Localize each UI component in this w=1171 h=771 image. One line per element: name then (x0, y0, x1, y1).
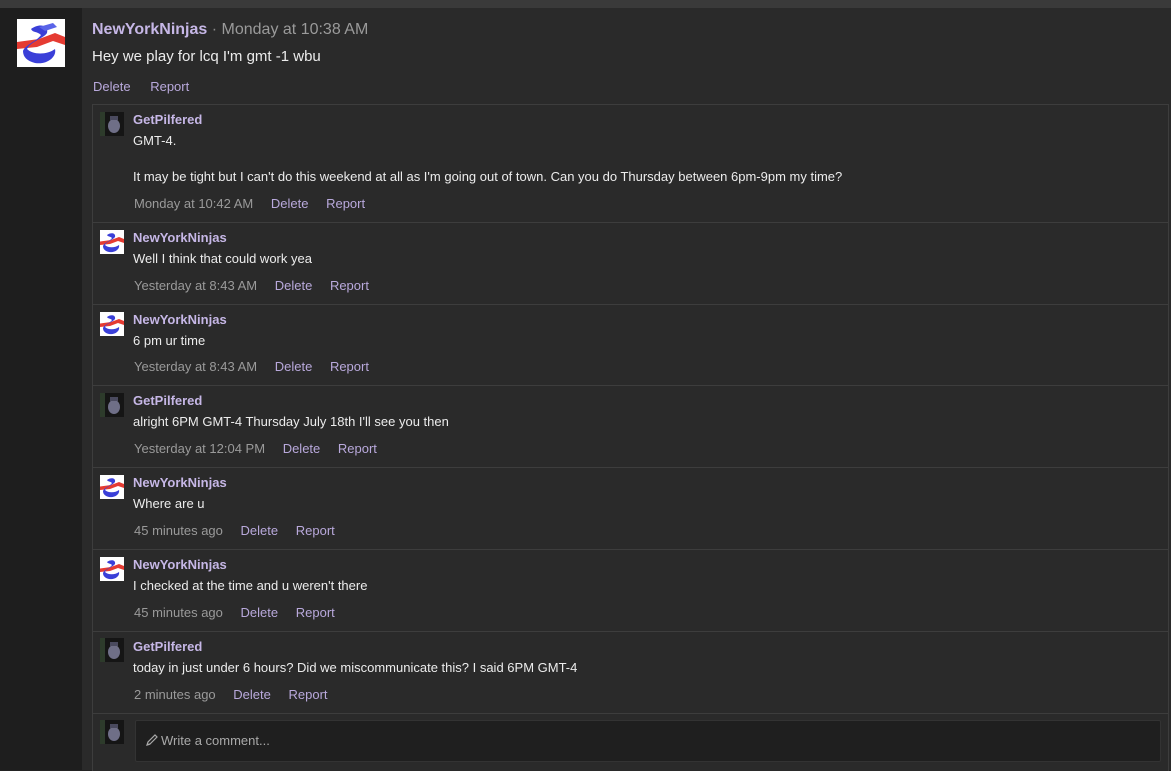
getpilfered-avatar-image (100, 393, 124, 417)
getpilfered-avatar-image (100, 112, 124, 136)
comment-report-link[interactable]: Report (296, 523, 335, 538)
comment-line: It may be tight but I can't do this week… (133, 169, 843, 184)
getpilfered-avatar[interactable] (100, 638, 124, 662)
newyorkninjas-avatar-image (100, 475, 124, 499)
comment-author[interactable]: NewYorkNinjas (133, 312, 227, 327)
comment-time[interactable]: 45 minutes ago (134, 605, 223, 620)
newyorkninjas-avatar[interactable] (100, 475, 124, 499)
comment-line (133, 150, 842, 168)
comment-time[interactable]: 45 minutes ago (134, 523, 223, 538)
profile-post-body: Hey we play for lcq I'm gmt -1 wbu (92, 48, 321, 65)
comment-time[interactable]: Yesterday at 8:43 AM (134, 359, 257, 374)
current-user-avatar-image (100, 720, 124, 744)
comment-time[interactable]: Yesterday at 8:43 AM (134, 278, 257, 293)
comment-delete-link[interactable]: Delete (271, 196, 309, 211)
comment-line: GMT-4. (133, 133, 177, 148)
comment-delete-link[interactable]: Delete (275, 278, 313, 293)
profile-sidebar (0, 8, 82, 770)
comment-author[interactable]: NewYorkNinjas (133, 475, 227, 490)
comment-item: NewYorkNinjas Well I think that could wo… (93, 223, 1168, 305)
comment-meta: Yesterday at 8:43 AM Delete Report (134, 359, 383, 374)
getpilfered-avatar-image (100, 638, 124, 662)
comment-item: NewYorkNinjas I checked at the time and … (93, 550, 1168, 632)
comment-time[interactable]: Monday at 10:42 AM (134, 196, 253, 211)
profile-post-delete-link[interactable]: Delete (93, 79, 131, 94)
comment-report-link[interactable]: Report (296, 605, 335, 620)
comment-item: GetPilfered alright 6PM GMT-4 Thursday J… (93, 386, 1168, 468)
comment-time[interactable]: Yesterday at 12:04 PM (134, 441, 265, 456)
profile-post-actions: Delete Report (93, 79, 205, 94)
comment-body: Well I think that could work yea (133, 251, 312, 266)
comment-delete-link[interactable]: Delete (241, 523, 279, 538)
newyorkninjas-avatar-image (17, 19, 65, 67)
comment-author[interactable]: GetPilfered (133, 639, 202, 654)
comment-delete-link[interactable]: Delete (233, 687, 271, 702)
comment-meta: 2 minutes ago Delete Report (134, 687, 342, 702)
profile-post-separator: · (211, 21, 218, 38)
comment-delete-link[interactable]: Delete (241, 605, 279, 620)
comment-report-link[interactable]: Report (289, 687, 328, 702)
comment-thread: GetPilfered GMT-4. It may be tight but I… (92, 104, 1169, 771)
comment-report-link[interactable]: Report (330, 359, 369, 374)
newyorkninjas-avatar-image (100, 230, 124, 254)
comment-meta: Yesterday at 12:04 PM Delete Report (134, 441, 391, 456)
comment-delete-link[interactable]: Delete (283, 441, 321, 456)
comment-author[interactable]: NewYorkNinjas (133, 230, 227, 245)
newyorkninjas-avatar-image (100, 557, 124, 581)
pencil-icon (146, 734, 158, 746)
comment-item: GetPilfered today in just under 6 hours?… (93, 632, 1168, 714)
comment-meta: 45 minutes ago Delete Report (134, 523, 349, 538)
newyorkninjas-avatar-image (100, 312, 124, 336)
comment-report-link[interactable]: Report (330, 278, 369, 293)
newyorkninjas-avatar[interactable] (100, 312, 124, 336)
comment-body: alright 6PM GMT-4 Thursday July 18th I'l… (133, 414, 449, 429)
profile-post-avatar[interactable] (17, 19, 65, 67)
profile-post-header: NewYorkNinjas · Monday at 10:38 AM (92, 21, 368, 39)
profile-post-time[interactable]: Monday at 10:38 AM (222, 21, 369, 38)
write-comment-placeholder: Write a comment... (161, 733, 270, 748)
comment-body: 6 pm ur time (133, 333, 206, 348)
comment-author[interactable]: GetPilfered (133, 393, 202, 408)
comment-body: today in just under 6 hours? Did we misc… (133, 660, 578, 675)
newyorkninjas-avatar[interactable] (100, 557, 124, 581)
comment-meta: Monday at 10:42 AM Delete Report (134, 196, 379, 211)
newyorkninjas-avatar[interactable] (100, 230, 124, 254)
comment-author[interactable]: GetPilfered (133, 112, 202, 127)
profile-post-area: NewYorkNinjas · Monday at 10:38 AM Hey w… (82, 8, 1171, 771)
getpilfered-avatar[interactable] (100, 393, 124, 417)
comment-delete-link[interactable]: Delete (275, 359, 313, 374)
comment-meta: 45 minutes ago Delete Report (134, 605, 349, 620)
comment-item: GetPilfered GMT-4. It may be tight but I… (93, 105, 1168, 223)
comment-body: I checked at the time and u weren't ther… (133, 578, 368, 593)
getpilfered-avatar[interactable] (100, 112, 124, 136)
comment-compose: Write a comment... (93, 714, 1168, 771)
comment-author[interactable]: NewYorkNinjas (133, 557, 227, 572)
comment-body: GMT-4. It may be tight but I can't do th… (133, 132, 842, 186)
comment-item: NewYorkNinjas Where are u 45 minutes ago… (93, 468, 1168, 550)
comment-meta: Yesterday at 8:43 AM Delete Report (134, 278, 383, 293)
comment-body: Where are u (133, 496, 205, 511)
profile-post-report-link[interactable]: Report (150, 79, 189, 94)
comment-report-link[interactable]: Report (326, 196, 365, 211)
comment-report-link[interactable]: Report (338, 441, 377, 456)
comment-item: NewYorkNinjas 6 pm ur time Yesterday at … (93, 305, 1168, 386)
comment-time[interactable]: 2 minutes ago (134, 687, 216, 702)
top-bar (0, 0, 1171, 8)
profile-post-author[interactable]: NewYorkNinjas (92, 21, 207, 38)
write-comment-input[interactable]: Write a comment... (135, 720, 1161, 762)
current-user-avatar[interactable] (100, 720, 124, 744)
